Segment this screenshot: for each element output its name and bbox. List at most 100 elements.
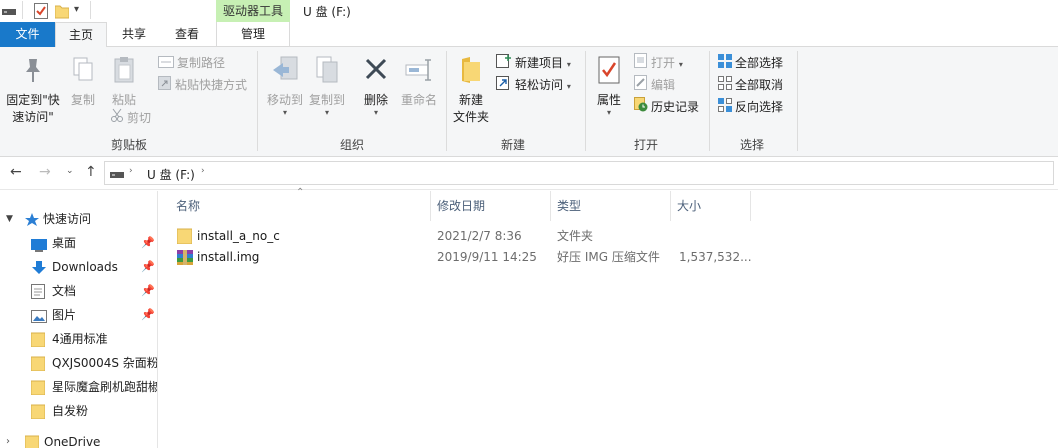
- properties-icon: [591, 55, 627, 90]
- nav-item-documents[interactable]: 文档 📌: [0, 280, 157, 302]
- edit-button[interactable]: 编辑: [634, 75, 675, 95]
- easy-access-button[interactable]: 轻松访问 ▾: [496, 75, 571, 95]
- separator: [90, 1, 92, 22]
- move-to-button[interactable]: 移动到 ▾: [263, 55, 307, 117]
- delete-button[interactable]: 删除 ▾: [358, 55, 394, 117]
- copy-path-button[interactable]: 复制路径: [158, 53, 225, 73]
- column-header-name[interactable]: 名称: [176, 191, 200, 221]
- tab-manage[interactable]: 管理: [216, 22, 290, 47]
- nav-item-folder[interactable]: QXJS0004S 杂面粉: [0, 352, 157, 374]
- scissors-icon: [110, 108, 124, 129]
- move-to-icon: [263, 55, 307, 90]
- download-arrow-icon: [31, 260, 47, 282]
- new-folder-button[interactable]: 新建 文件夹: [450, 55, 492, 126]
- properties-quick-icon[interactable]: [34, 3, 48, 22]
- new-item-icon: [496, 53, 512, 74]
- address-path[interactable]: U 盘 (F:): [147, 166, 195, 183]
- select-none-button[interactable]: 全部取消: [718, 75, 783, 95]
- nav-item-folder[interactable]: 星际魔盒刷机跑甜椒: [0, 376, 157, 398]
- back-arrow-icon[interactable]: ←: [10, 164, 22, 180]
- cut-label: 剪切: [127, 111, 152, 125]
- column-header-modified[interactable]: 修改日期: [437, 191, 485, 221]
- customize-quick-access-icon[interactable]: ▾: [74, 4, 79, 15]
- column-divider[interactable]: [550, 191, 551, 221]
- column-divider[interactable]: [430, 191, 431, 221]
- nav-item-folder[interactable]: 4通用标准: [0, 328, 157, 350]
- pin-icon: 📌: [141, 236, 155, 249]
- rename-button[interactable]: 重命名: [397, 55, 441, 109]
- new-item-button[interactable]: 新建项目 ▾: [496, 53, 571, 73]
- drive-icon[interactable]: [2, 6, 16, 20]
- file-row[interactable]: install.img 2019/9/11 14:25 好压 IMG 压缩文件 …: [159, 247, 1058, 268]
- new-folder-icon: [450, 55, 492, 90]
- navigation-bar: ← → ⌄ ↑ › U 盘 (F:) ›: [0, 157, 1058, 190]
- open-button[interactable]: 打开 ▾: [634, 53, 683, 73]
- tab-file[interactable]: 文件: [0, 22, 55, 47]
- pin-to-quick-access-button[interactable]: 固定到"快 速访问": [4, 55, 62, 126]
- recent-locations-chevron-icon[interactable]: ⌄: [66, 166, 74, 176]
- invert-selection-button[interactable]: 反向选择: [718, 97, 783, 117]
- nav-onedrive[interactable]: › OneDrive: [0, 431, 157, 448]
- paste-label: 粘贴: [111, 93, 136, 107]
- column-header-type[interactable]: 类型: [557, 191, 581, 221]
- move-to-label: 移动到: [266, 93, 303, 107]
- copy-path-label: 复制路径: [177, 56, 226, 70]
- expand-chevron-icon[interactable]: ›: [6, 431, 10, 448]
- easy-access-icon: [496, 75, 512, 96]
- new-folder-label: 新建 文件夹: [452, 93, 489, 124]
- select-none-icon: [718, 75, 732, 96]
- cut-button[interactable]: 剪切: [110, 108, 151, 128]
- new-group-label: 新建: [500, 138, 525, 152]
- history-button[interactable]: 历史记录: [634, 97, 699, 117]
- tab-share[interactable]: 共享: [110, 22, 158, 47]
- copy-button[interactable]: 复制: [66, 55, 100, 109]
- column-header-size[interactable]: 大小: [677, 191, 701, 221]
- column-divider[interactable]: [750, 191, 751, 221]
- nav-item-label: 图片: [52, 308, 77, 322]
- file-name[interactable]: install.img: [197, 247, 259, 268]
- archive-icon: [177, 249, 193, 272]
- group-separator: [585, 51, 586, 151]
- column-divider[interactable]: [670, 191, 671, 221]
- up-arrow-icon[interactable]: ↑: [85, 164, 97, 180]
- forward-arrow-icon[interactable]: →: [39, 164, 51, 180]
- open-dropdown-icon: ▾: [678, 60, 683, 69]
- rename-label: 重命名: [400, 93, 437, 107]
- nav-item-label: 桌面: [52, 236, 77, 250]
- select-all-button[interactable]: 全部选择: [718, 53, 783, 73]
- copy-to-button[interactable]: 复制到 ▾: [305, 55, 349, 117]
- breadcrumb-chevron-icon[interactable]: ›: [201, 166, 205, 176]
- paste-shortcut-button[interactable]: 粘贴快捷方式: [158, 75, 247, 95]
- history-label: 历史记录: [651, 100, 700, 114]
- document-icon: [31, 284, 45, 306]
- drive-icon: [110, 169, 124, 183]
- nav-item-folder[interactable]: 自发粉: [0, 400, 157, 422]
- select-all-label: 全部选择: [735, 56, 784, 70]
- tab-home[interactable]: 主页: [55, 22, 107, 48]
- paste-button[interactable]: 粘贴: [106, 55, 142, 109]
- nav-item-downloads[interactable]: Downloads 📌: [0, 256, 157, 278]
- organize-group-label: 组织: [339, 138, 364, 152]
- address-bar[interactable]: › U 盘 (F:) ›: [104, 161, 1054, 185]
- delete-label: 删除: [363, 93, 388, 107]
- new-folder-quick-icon[interactable]: [54, 3, 70, 22]
- file-modified: 2021/2/7 8:36: [437, 229, 522, 243]
- window-title: U 盘 (F:): [303, 5, 351, 19]
- nav-item-pictures[interactable]: 图片 📌: [0, 304, 157, 326]
- nav-quick-access[interactable]: ▼ 快速访问: [0, 208, 157, 230]
- edit-icon: [634, 75, 648, 96]
- nav-item-label: Downloads: [52, 260, 118, 274]
- folder-icon: [30, 380, 46, 402]
- pin-icon: 📌: [141, 260, 155, 273]
- breadcrumb-chevron-icon[interactable]: ›: [129, 166, 133, 176]
- file-row[interactable]: install_a_no_c 2021/2/7 8:36 文件夹: [159, 226, 1058, 247]
- move-to-dropdown-icon: ▾: [282, 108, 287, 117]
- file-list: ⌃ 名称 修改日期 类型 大小 install_a_no_c 2021/2/7 …: [159, 187, 1058, 448]
- tab-view[interactable]: 查看: [164, 22, 210, 47]
- expand-chevron-icon[interactable]: ▼: [6, 208, 13, 230]
- group-separator: [709, 51, 710, 151]
- properties-button[interactable]: 属性 ▾: [591, 55, 627, 117]
- nav-item-desktop[interactable]: 桌面 📌: [0, 232, 157, 254]
- copy-to-label: 复制到: [308, 93, 345, 107]
- file-name[interactable]: install_a_no_c: [197, 226, 280, 247]
